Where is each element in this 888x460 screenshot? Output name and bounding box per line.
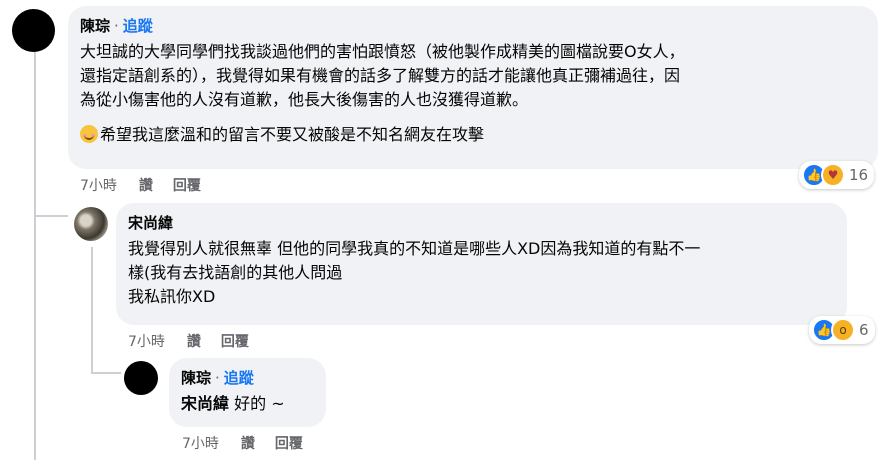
comment-actions: 7小時 讚回覆 [80,175,201,195]
comment-header: 陳琮 · 追蹤 [181,368,314,388]
comment-line: 我私訊你XD [128,287,216,306]
follow-link[interactable]: 追蹤 [123,17,153,35]
comment-bubble: 宋尚緯 我覺得別人就很無辜 但他的同學我真的不知道是哪些人XD因為我知道的有點不… [116,203,847,325]
comment-line: 好的 ~ [234,394,285,413]
comment-actions: 7小時 讚回覆 [182,433,303,453]
mention-link[interactable]: 宋尚緯 [181,394,229,413]
smiling-blushing-emoji-icon [80,125,98,143]
comment-text: 我覺得別人就很無辜 但他的同學我真的不知道是哪些人XD因為我知道的有點不一 樣(… [128,237,835,309]
wow-reaction-icon: o [831,318,855,342]
comment-bubble: 陳琮 · 追蹤 大坦誠的大學同學們找我談過他們的害怕跟憤怒（被他製作成精美的圖檔說要… [68,6,878,169]
avatar[interactable] [12,9,55,52]
comment-line: 大坦誠的大學同學們找我談過他們的害怕跟憤怒（被他製作成精美的圖檔說要O女人， [80,42,685,61]
like-button[interactable]: 讚 [187,331,201,351]
timestamp[interactable]: 7小時 [182,433,219,453]
reply-button[interactable]: 回覆 [221,331,249,351]
comment-bubble: 陳琮 · 追蹤 宋尚緯 好的 ~ [169,358,326,427]
comment-line: 希望我這麼溫和的留言不要又被酸是不知名網友在攻擊 [80,123,866,147]
separator: · [114,17,119,35]
author-name[interactable]: 陳琮 [181,369,211,387]
follow-link[interactable]: 追蹤 [224,369,254,387]
reply-button[interactable]: 回覆 [275,433,303,453]
comment-actions: 7小時 讚回覆 [128,331,249,351]
thread-branch-nested [91,372,121,374]
like-button[interactable]: 讚 [241,433,255,453]
reaction-count: 16 [849,166,869,184]
comment-line: 還指定語創系的），我覺得如果有機會的話多了解雙方的話才能讓他真正彌補過往，因 [80,66,681,85]
thread-branch [34,215,68,217]
comment-text: 大坦誠的大學同學們找我談過他們的害怕跟憤怒（被他製作成精美的圖檔說要O女人， 還… [80,40,866,147]
reaction-count: 6 [859,321,869,339]
thread-line [34,48,36,460]
reaction-summary[interactable]: 👍 ♥ 16 [799,161,875,189]
reply-button[interactable]: 回覆 [173,175,201,195]
comment-header: 宋尚緯 [128,213,835,233]
comment-line: 樣(我有去找語創的其他人問過 [128,263,343,282]
separator: · [215,369,220,387]
avatar[interactable] [74,207,108,241]
comment-line: 我覺得別人就很無辜 但他的同學我真的不知道是哪些人XD因為我知道的有點不一 [128,239,701,258]
timestamp[interactable]: 7小時 [80,175,117,195]
reaction-summary[interactable]: 👍 o 6 [809,316,875,344]
author-name[interactable]: 陳琮 [80,17,110,35]
timestamp[interactable]: 7小時 [128,331,165,351]
comment-text: 宋尚緯 好的 ~ [181,392,314,416]
like-button[interactable]: 讚 [139,175,153,195]
comment-header: 陳琮 · 追蹤 [80,16,866,36]
author-name[interactable]: 宋尚緯 [128,214,173,232]
comment-line: 為從小傷害他的人沒有道歉，他長大後傷害的人也沒獲得道歉。 [80,90,529,109]
thread-line-nested [91,247,93,374]
avatar[interactable] [124,361,158,395]
care-reaction-icon: ♥ [821,163,845,187]
